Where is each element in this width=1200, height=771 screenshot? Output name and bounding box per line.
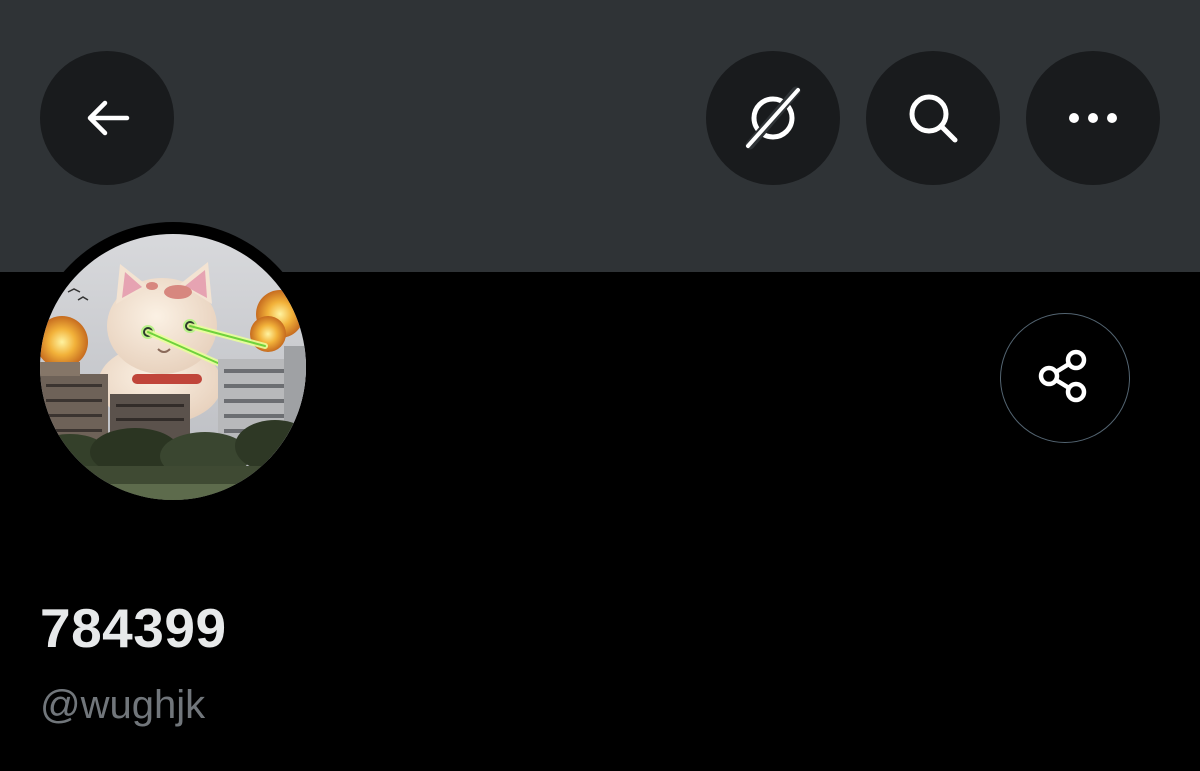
profile-display-name: 784399: [40, 597, 227, 659]
avatar-frame: [28, 222, 318, 512]
grok-icon: [738, 83, 808, 153]
profile-handle: @wughjk: [40, 683, 206, 727]
share-icon: [1035, 346, 1095, 411]
grok-button[interactable]: [706, 51, 840, 185]
share-profile-button[interactable]: [1000, 313, 1130, 443]
more-button[interactable]: [1026, 51, 1160, 185]
search-button[interactable]: [866, 51, 1000, 185]
more-horizontal-icon: [1065, 108, 1121, 128]
profile-page: 784399 @wughjk: [0, 0, 1200, 771]
back-button[interactable]: [40, 51, 174, 185]
arrow-left-icon: [81, 92, 133, 144]
avatar[interactable]: [40, 234, 306, 500]
avatar-image: [40, 234, 306, 500]
search-icon: [903, 88, 963, 148]
